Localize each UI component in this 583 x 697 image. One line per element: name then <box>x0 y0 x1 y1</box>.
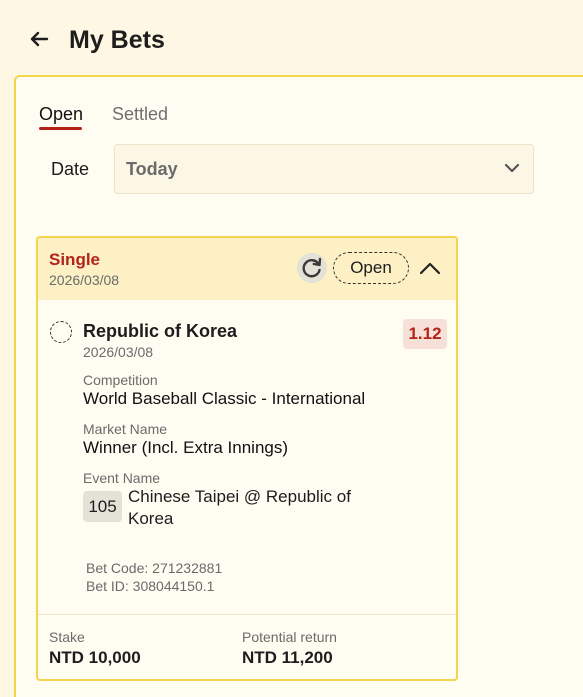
date-filter-label: Date <box>51 159 90 179</box>
tab-open[interactable]: Open <box>39 102 83 126</box>
date-select[interactable]: Today <box>114 144 534 194</box>
potential-return-value: NTD 11,200 <box>242 648 333 667</box>
bet-type: Single <box>49 250 101 269</box>
market-label: Market Name <box>83 421 168 437</box>
page-title: My Bets <box>69 26 165 54</box>
competition-value: World Baseball Classic - International <box>83 389 366 408</box>
odds-badge: 1.12 <box>403 319 447 349</box>
selection-radio[interactable] <box>50 321 72 343</box>
competition-label: Competition <box>83 372 158 388</box>
bet-code: Bet Code: 271232881 <box>86 560 223 576</box>
potential-return-label: Potential return <box>242 629 337 645</box>
divider <box>38 614 456 615</box>
stake-value: NTD 10,000 <box>49 648 141 667</box>
bet-id: Bet ID: 308044150.1 <box>86 578 215 594</box>
refresh-icon[interactable] <box>297 253 327 283</box>
event-name: Chinese Taipei @ Republic of Korea <box>128 487 351 528</box>
event-label: Event Name <box>83 470 161 486</box>
active-tab-indicator <box>39 127 82 130</box>
bet-card-header: Single 2026/03/08 Open <box>38 238 456 300</box>
stake-label: Stake <box>49 629 85 645</box>
date-select-value: Today <box>126 159 178 179</box>
tab-settled[interactable]: Settled <box>112 102 168 126</box>
bet-card: Single 2026/03/08 Open Republic of Korea… <box>36 236 458 681</box>
market-value: Winner (Incl. Extra Innings) <box>83 438 289 457</box>
status-badge[interactable]: Open <box>333 252 409 284</box>
chevron-up-icon[interactable] <box>419 258 441 278</box>
page-header: My Bets <box>0 0 583 76</box>
chevron-down-icon <box>504 160 520 176</box>
event-number-badge: 105 <box>83 491 122 522</box>
selection-date: 2026/03/08 <box>83 344 154 360</box>
selection-name: Republic of Korea <box>83 321 238 341</box>
arrow-left-icon[interactable] <box>28 24 54 54</box>
bet-date: 2026/03/08 <box>49 272 120 288</box>
